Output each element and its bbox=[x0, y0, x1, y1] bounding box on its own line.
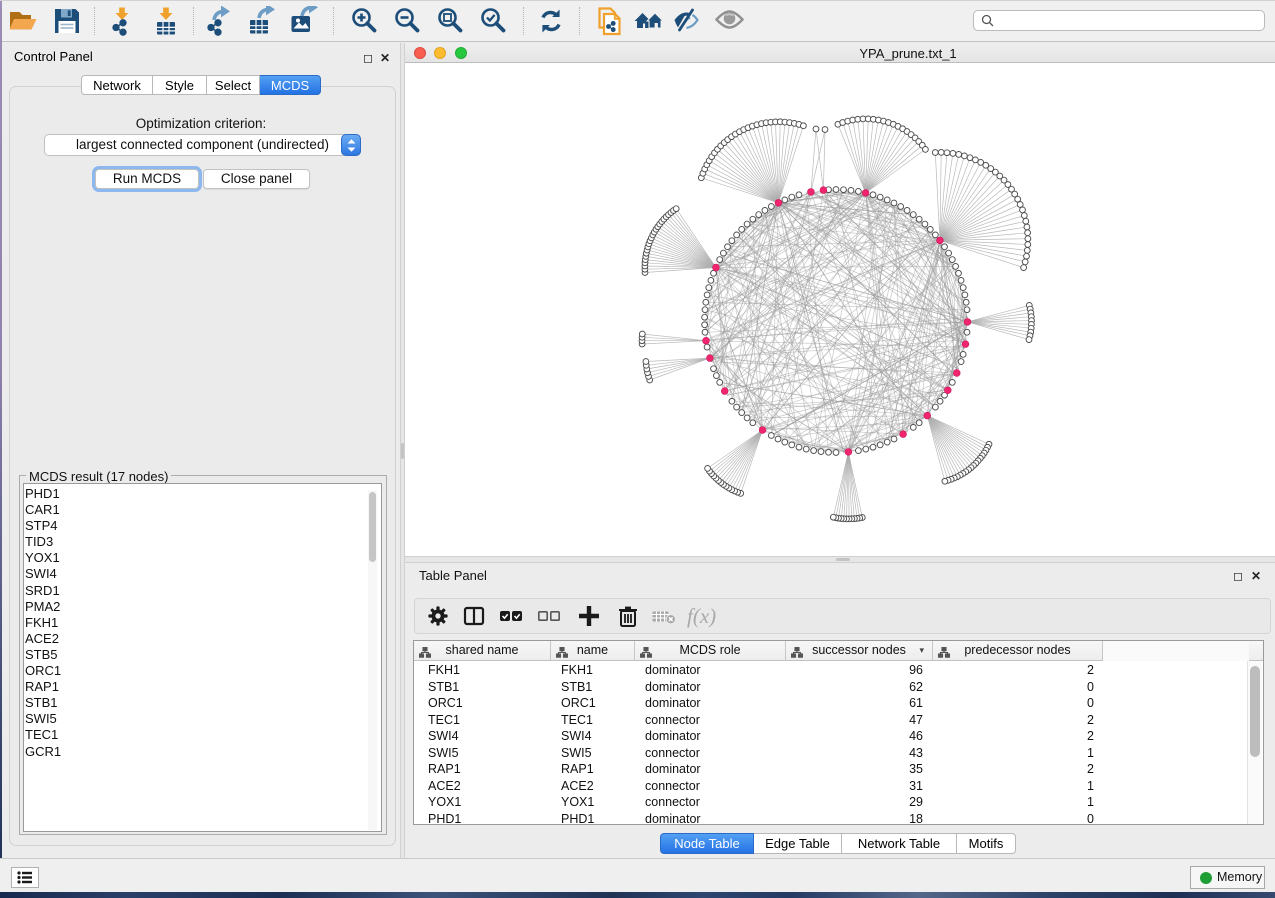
svg-text:f(x): f(x) bbox=[687, 604, 716, 628]
